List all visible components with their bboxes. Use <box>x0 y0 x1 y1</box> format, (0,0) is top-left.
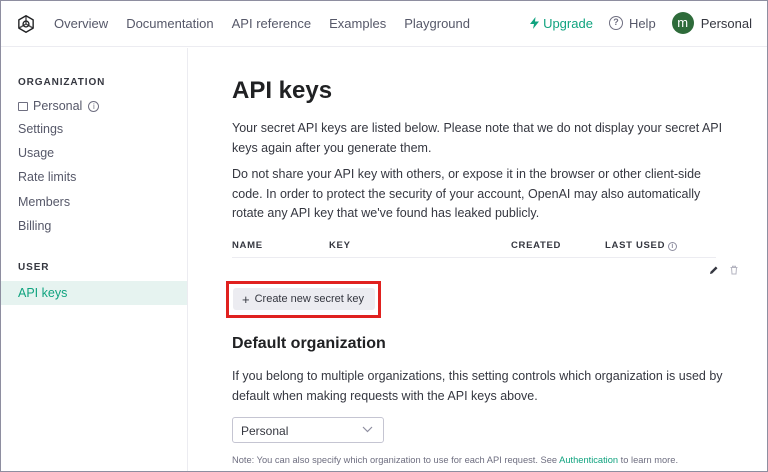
sidebar: ORGANIZATION Personal i Settings Usage R… <box>1 48 188 471</box>
help-link[interactable]: ? Help <box>608 15 656 31</box>
openai-logo-icon[interactable] <box>15 13 37 35</box>
column-created: CREATED <box>511 240 562 251</box>
account-name[interactable]: Personal <box>701 16 752 31</box>
edit-pencil-icon[interactable] <box>709 265 719 275</box>
nav-overview[interactable]: Overview <box>54 16 108 31</box>
sidebar-item-billing[interactable]: Billing <box>18 219 51 233</box>
sidebar-item-settings[interactable]: Settings <box>18 122 63 136</box>
info-icon[interactable]: i <box>88 100 100 112</box>
column-last-used: LAST USED i <box>605 240 678 251</box>
sidebar-heading-organization: ORGANIZATION <box>18 77 106 88</box>
highlight-box <box>226 281 381 318</box>
upgrade-label: Upgrade <box>543 15 593 31</box>
trash-icon[interactable] <box>729 265 739 275</box>
column-name: NAME <box>232 240 263 251</box>
nav-playground[interactable]: Playground <box>404 16 470 31</box>
default-organization-title: Default organization <box>232 335 386 352</box>
footnote-prefix: Note: You can also specify which organiz… <box>232 455 560 465</box>
app-frame: Overview Documentation API reference Exa… <box>0 0 768 472</box>
sidebar-heading-user: USER <box>18 262 50 273</box>
nav-api-reference[interactable]: API reference <box>232 16 312 31</box>
intro-text: Your secret API keys are listed below. P… <box>232 121 723 155</box>
org-name-label: Personal <box>33 99 83 113</box>
column-key: KEY <box>329 240 351 251</box>
main-nav: Overview Documentation API reference Exa… <box>54 16 488 31</box>
sidebar-item-usage[interactable]: Usage <box>18 146 54 160</box>
organization-select-value: Personal <box>241 424 289 438</box>
help-icon: ? <box>608 16 623 30</box>
briefcase-icon <box>18 101 28 111</box>
authentication-link[interactable]: Authentication <box>559 455 618 465</box>
sidebar-item-members[interactable]: Members <box>18 195 70 209</box>
sidebar-item-api-keys-label: API keys <box>18 286 68 300</box>
row-actions <box>709 265 739 275</box>
warning-text: Do not share your API key with others, o… <box>232 167 701 220</box>
footnote: Note: You can also specify which organiz… <box>232 455 678 465</box>
page-title: API keys <box>232 77 333 104</box>
help-label: Help <box>628 15 656 31</box>
column-last-used-label: LAST USED <box>605 240 666 251</box>
lightning-icon <box>530 17 540 29</box>
upgrade-link[interactable]: Upgrade <box>530 16 593 31</box>
api-keys-table-header: NAME KEY CREATED LAST USED i <box>232 240 716 258</box>
info-icon[interactable]: i <box>668 242 678 251</box>
nav-right: Upgrade ? Help m Personal <box>530 12 752 34</box>
default-organization-text: If you belong to multiple organizations,… <box>232 369 723 403</box>
sidebar-item-api-keys[interactable]: API keys <box>1 281 187 305</box>
nav-documentation[interactable]: Documentation <box>126 16 213 31</box>
top-navbar: Overview Documentation API reference Exa… <box>1 1 767 47</box>
sidebar-item-org-personal[interactable]: Personal i <box>18 99 100 113</box>
organization-select[interactable]: Personal <box>232 417 384 443</box>
sidebar-item-rate-limits[interactable]: Rate limits <box>18 170 76 184</box>
nav-examples[interactable]: Examples <box>329 16 386 31</box>
chevron-down-icon <box>362 426 373 433</box>
avatar[interactable]: m <box>671 12 694 34</box>
footnote-suffix: to learn more. <box>618 455 679 465</box>
